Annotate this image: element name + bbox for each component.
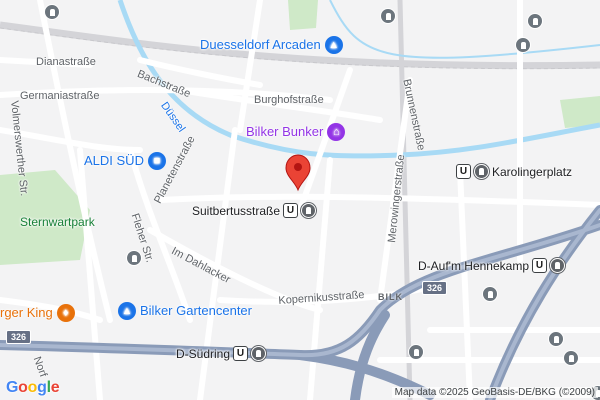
river (329, 0, 600, 59)
tram-stop-icon[interactable] (563, 350, 579, 366)
station-hennekamp[interactable]: D-Auf'm Hennekamp U (418, 258, 565, 273)
subway-icon: U (532, 258, 547, 273)
tram-stop-icon[interactable] (548, 331, 564, 347)
subway-icon: U (233, 346, 249, 361)
poi-bilker-bunker[interactable]: Bilker Bunker ⌂ (246, 123, 346, 141)
station-suitbertusstrasse[interactable]: Suitbertusstraße U (192, 203, 317, 218)
route-shield: 326 (6, 330, 32, 344)
station-name: D-Südring (176, 346, 231, 361)
station-name: D-Auf'm Hennekamp (418, 258, 529, 273)
poi-name: ALDI SÜD (84, 153, 144, 168)
shopping-bag-icon: ▲ (324, 36, 343, 54)
poi-bilker-gartencenter[interactable]: ▲ Bilker Gartencenter (118, 302, 252, 320)
logo-letter: G (6, 379, 19, 396)
station-karolingerplatz[interactable]: U Karolingerplatz (456, 164, 572, 179)
tram-stop-icon[interactable] (408, 344, 424, 360)
poi-name: rger King (0, 305, 53, 320)
district-label-bilk: BILK (378, 292, 403, 302)
google-logo[interactable]: Google (6, 379, 60, 397)
logo-letter: o (27, 379, 38, 396)
tram-stop-icon[interactable] (44, 4, 60, 20)
street-label-burghofstrasse: Burghofstraße (254, 94, 324, 106)
poi-duesseldorf-arcaden[interactable]: Duesseldorf Arcaden ▲ (200, 36, 343, 54)
poi-name: Bilker Gartencenter (140, 303, 252, 318)
poi-aldi-sued[interactable]: ALDI SÜD ■ (84, 152, 166, 170)
logo-letter: o (18, 379, 28, 396)
museum-icon: ⌂ (327, 123, 346, 141)
poi-burger-king[interactable]: rger King ♦ (0, 304, 75, 322)
tram-stop-icon[interactable] (527, 13, 543, 29)
park-area (288, 0, 318, 30)
street-label-dianastrasse: Dianastraße (36, 56, 96, 68)
park-label-sternwartpark[interactable]: Sternwartpark (20, 214, 95, 230)
tram-icon (474, 164, 489, 179)
tram-icon (301, 203, 317, 218)
station-name: Suitbertusstraße (192, 203, 281, 218)
poi-name: Bilker Bunker (246, 124, 324, 139)
tram-stop-icon[interactable] (126, 250, 142, 266)
tram-icon (251, 346, 267, 361)
tram-icon (550, 258, 565, 273)
route-shield: 326 (422, 281, 448, 295)
tram-stop-icon[interactable] (515, 37, 531, 53)
station-suedring[interactable]: D-Südring U (176, 346, 267, 361)
street-label-germaniastrasse: Germaniastraße (20, 90, 100, 102)
logo-letter: g (37, 379, 47, 396)
tram-stop-icon[interactable] (482, 286, 498, 302)
shopping-cart-icon: ■ (147, 152, 166, 170)
restaurant-icon: ♦ (56, 304, 75, 322)
subway-icon: U (283, 203, 299, 218)
subway-icon: U (456, 164, 471, 179)
map-attribution[interactable]: Map data ©2025 GeoBasis-DE/BKG (©2009) (391, 387, 598, 398)
poi-name: Duesseldorf Arcaden (200, 37, 321, 52)
station-name: Karolingerplatz (492, 164, 573, 179)
map-canvas[interactable]: Dianastraße Bachstraße Germaniastraße Bu… (0, 0, 600, 400)
park-area (560, 96, 600, 128)
tram-stop-icon[interactable] (380, 8, 396, 24)
shopping-bag-icon: ▲ (118, 302, 136, 320)
logo-letter: e (50, 379, 60, 396)
